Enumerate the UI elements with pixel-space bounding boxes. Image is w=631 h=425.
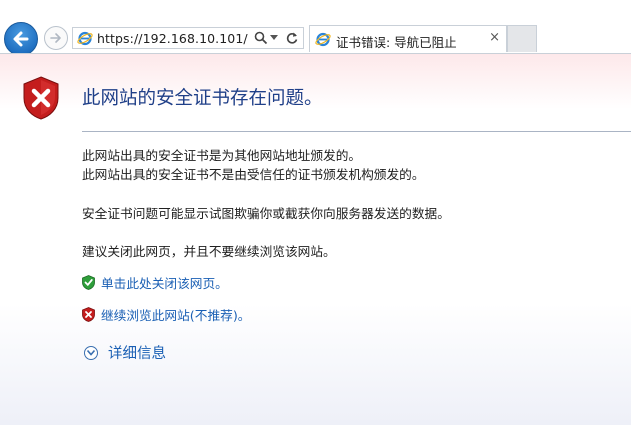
new-tab-button[interactable]: [507, 25, 537, 52]
heading-divider: [82, 131, 631, 132]
close-tab-button[interactable]: ×: [489, 30, 500, 45]
recommendation-text: 建议关闭此网页，并且不要继续浏览该网站。: [82, 244, 336, 259]
tab-title: 证书错误: 导航已阻止: [336, 35, 457, 50]
ie-logo-icon: [315, 32, 331, 47]
red-shield-icon: [82, 306, 95, 322]
url-text[interactable]: https://192.168.10.101/: [97, 31, 248, 46]
reason-text-1: 此网站出具的安全证书是为其他网站地址颁发的。: [82, 148, 362, 163]
error-shield-icon: [23, 76, 59, 120]
forward-arrow-icon: [50, 33, 61, 43]
reason-text-2: 此网站出具的安全证书不是由受信任的证书颁发机构颁发的。: [82, 167, 425, 182]
back-arrow-icon: [13, 31, 29, 47]
refresh-icon[interactable]: [285, 31, 299, 45]
ie-logo-icon: [77, 31, 93, 46]
page-title: 此网站的安全证书存在问题。: [82, 88, 323, 109]
dropdown-icon[interactable]: [270, 35, 278, 41]
more-info-toggle[interactable]: 详细信息: [84, 342, 166, 363]
search-icon[interactable]: [254, 31, 268, 45]
forward-button[interactable]: [44, 26, 68, 50]
tab-certificate-error[interactable]: 证书错误: 导航已阻止 ×: [309, 25, 507, 52]
explanation-text: 安全证书问题可能显示试图欺骗你或截获你向服务器发送的数据。: [82, 206, 450, 221]
green-shield-icon: [82, 274, 95, 290]
back-button[interactable]: [4, 22, 38, 56]
continue-link-row[interactable]: 继续浏览此网站(不推荐)。: [82, 305, 250, 324]
certificate-error-page: 此网站的安全证书存在问题。 此网站出具的安全证书是为其他网站地址颁发的。 此网站…: [0, 54, 631, 425]
close-page-link[interactable]: 单击此处关闭该网页。: [101, 273, 228, 292]
chevron-down-icon: [84, 345, 98, 360]
browser-chrome: https://192.168.10.101/ 证书错误: 导航已阻止 ×: [0, 0, 631, 56]
continue-to-website-link[interactable]: 继续浏览此网站(不推荐)。: [101, 305, 250, 324]
address-bar[interactable]: https://192.168.10.101/: [72, 27, 304, 49]
more-info-label[interactable]: 详细信息: [108, 342, 166, 363]
close-page-link-row[interactable]: 单击此处关闭该网页。: [82, 273, 228, 292]
